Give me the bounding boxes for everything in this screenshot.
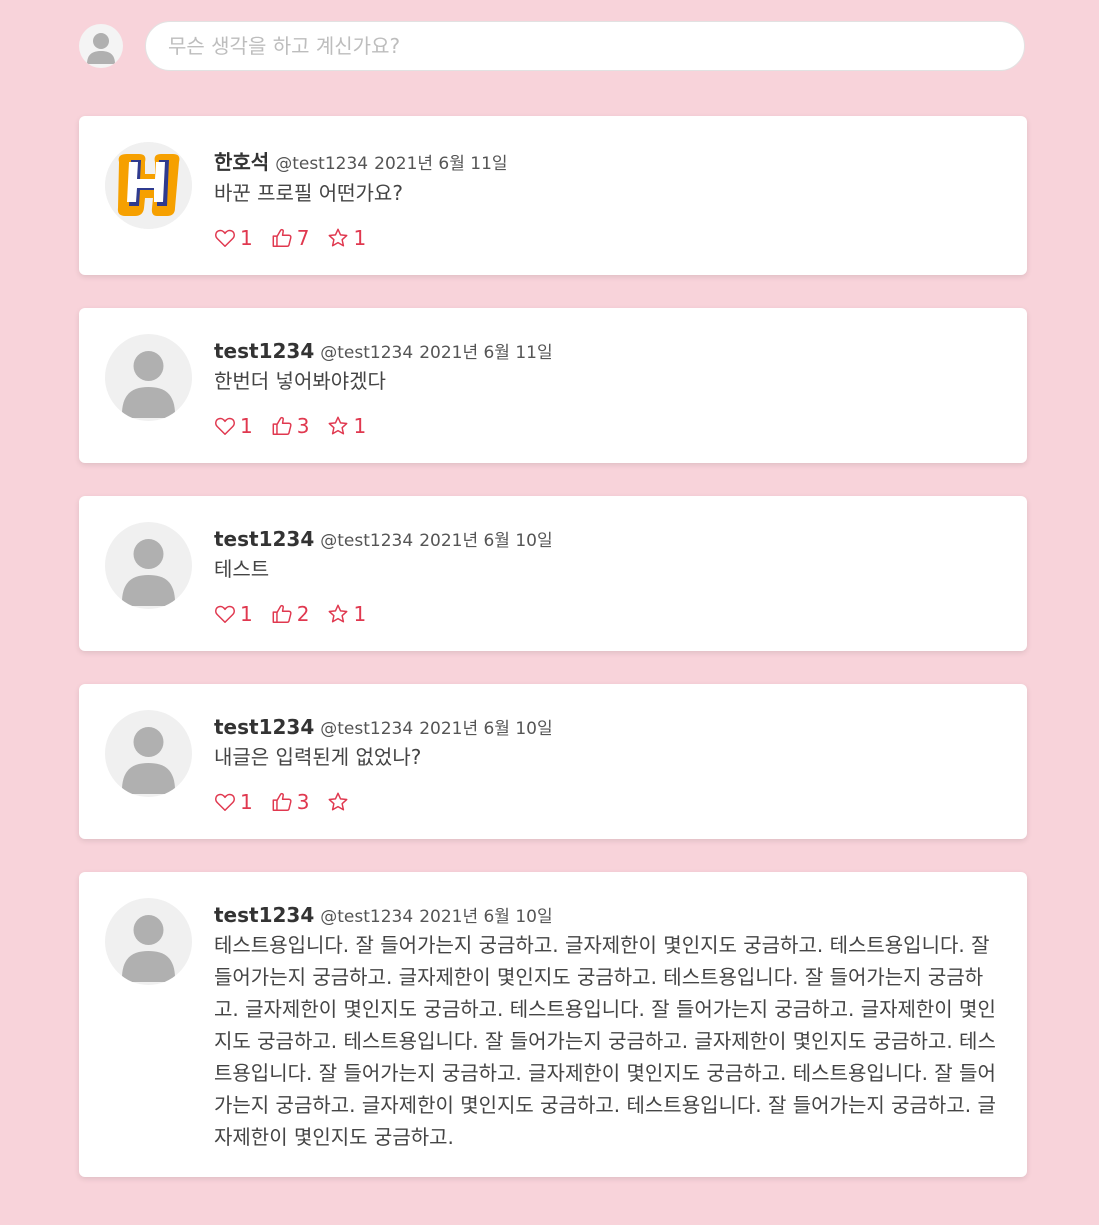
post-date: 2021년 6월 10일 [419,719,553,739]
star-button[interactable]: 1 [327,602,366,626]
post-text: 바꾼 프로필 어떤가요? [214,181,403,205]
author-handle[interactable]: @test1234 [275,154,368,174]
author-handle[interactable]: @test1234 [320,343,413,363]
post-card: test1234 @test1234 2021년 6월 10일 내글은 입력된게… [79,684,1027,839]
star-count: 1 [353,414,367,438]
like-button[interactable]: 1 [214,602,253,626]
post-body: test1234 @test1234 2021년 6월 10일 테스트용입니다.… [214,898,1001,1153]
post-date: 2021년 6월 11일 [419,343,553,363]
thumbs-up-button[interactable]: 2 [271,602,310,626]
like-count: 1 [240,226,253,250]
author-name[interactable]: test1234 [214,339,314,363]
post-meta: test1234 @test1234 2021년 6월 10일 [214,526,1001,551]
star-icon [329,416,348,435]
thumbs-up-count: 2 [296,602,310,626]
star-button[interactable]: 1 [327,226,366,250]
post-card: test1234 @test1234 2021년 6월 10일 테스트용입니다.… [79,872,1027,1177]
avatar[interactable] [105,898,192,985]
post-date: 2021년 6월 10일 [419,907,553,927]
post-card: test1234 @test1234 2021년 6월 10일 테스트 1 2 … [79,496,1027,651]
post-text: 테스트용입니다. 잘 들어가는지 궁금하고. 글자제한이 몇인지도 궁금하고. … [214,933,996,1149]
post-text: 한번더 넣어봐야겠다 [214,369,386,393]
post-actions: 1 3 [214,789,1001,815]
avatar[interactable] [105,710,192,797]
like-count: 1 [240,790,253,814]
compose-input[interactable] [145,21,1025,71]
post-meta: test1234 @test1234 2021년 6월 10일 [214,902,1001,927]
compose-bar [79,20,1027,72]
star-count: 1 [353,602,367,626]
star-icon [329,228,348,247]
thumbs-up-count: 3 [296,790,310,814]
star-count: 1 [353,226,367,250]
star-button[interactable]: 1 [327,414,366,438]
post-body: test1234 @test1234 2021년 6월 10일 테스트 1 2 … [214,522,1001,627]
post-date: 2021년 6월 11일 [374,154,508,174]
heart-icon [215,605,235,623]
avatar[interactable] [105,334,192,421]
post-actions: 1 7 1 [214,225,1001,251]
thumbs-up-icon [272,416,292,435]
like-button[interactable]: 1 [214,790,253,814]
heart-icon [215,793,235,811]
post-date: 2021년 6월 10일 [419,531,553,551]
thumbs-up-count: 7 [296,226,310,250]
author-handle[interactable]: @test1234 [320,907,413,927]
thumbs-up-icon [272,228,292,247]
thumbs-up-button[interactable]: 7 [271,226,310,250]
h-logo-icon [105,142,192,229]
heart-icon [215,417,235,435]
post-feed: 한호석 @test1234 2021년 6월 11일 바꾼 프로필 어떤가요? … [79,116,1027,1210]
post-actions: 1 3 1 [214,413,1001,439]
author-handle[interactable]: @test1234 [320,719,413,739]
avatar[interactable] [105,142,192,229]
default-user-icon [121,915,176,982]
post-body: test1234 @test1234 2021년 6월 10일 내글은 입력된게… [214,710,1001,815]
author-name[interactable]: test1234 [214,527,314,551]
like-count: 1 [240,602,253,626]
author-handle[interactable]: @test1234 [320,531,413,551]
author-name[interactable]: test1234 [214,903,314,927]
post-text: 내글은 입력된게 없었나? [214,745,422,769]
post-meta: 한호석 @test1234 2021년 6월 11일 [214,146,1001,175]
thumbs-up-button[interactable]: 3 [271,414,310,438]
star-button[interactable] [327,791,353,813]
post-text: 테스트 [214,557,270,581]
default-user-icon [121,727,176,794]
author-name[interactable]: test1234 [214,715,314,739]
post-meta: test1234 @test1234 2021년 6월 10일 [214,714,1001,739]
like-button[interactable]: 1 [214,226,253,250]
like-button[interactable]: 1 [214,414,253,438]
avatar[interactable] [105,522,192,609]
author-name[interactable]: 한호석 [214,146,269,175]
post-body: test1234 @test1234 2021년 6월 11일 한번더 넣어봐야… [214,334,1001,439]
thumbs-up-icon [272,792,292,811]
post-meta: test1234 @test1234 2021년 6월 11일 [214,338,1001,363]
default-user-icon [87,33,115,64]
post-actions: 1 2 1 [214,601,1001,627]
star-icon [329,792,348,811]
like-count: 1 [240,414,253,438]
star-icon [329,604,348,623]
post-card: 한호석 @test1234 2021년 6월 11일 바꾼 프로필 어떤가요? … [79,116,1027,275]
my-avatar[interactable] [79,24,123,68]
thumbs-up-icon [272,604,292,623]
thumbs-up-count: 3 [296,414,310,438]
thumbs-up-button[interactable]: 3 [271,790,310,814]
post-body: 한호석 @test1234 2021년 6월 11일 바꾼 프로필 어떤가요? … [214,142,1001,251]
default-user-icon [121,539,176,606]
post-card: test1234 @test1234 2021년 6월 11일 한번더 넣어봐야… [79,308,1027,463]
default-user-icon [121,351,176,418]
heart-icon [215,229,235,247]
